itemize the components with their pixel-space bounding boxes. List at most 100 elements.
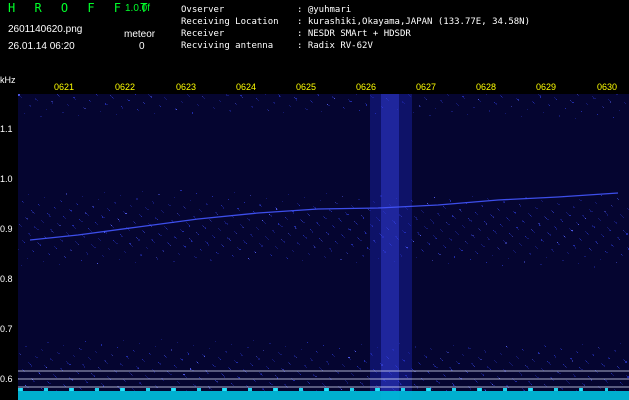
noise-pixel — [250, 195, 251, 196]
noise-pixel — [328, 234, 329, 235]
noise-pixel — [136, 237, 137, 238]
noise-pixel — [230, 111, 231, 112]
noise-pixel — [211, 260, 212, 261]
noise-pixel — [237, 376, 238, 377]
noise-pixel — [456, 232, 457, 233]
noise-pixel — [306, 367, 307, 368]
noise-pixel — [83, 365, 84, 366]
noise-pixel — [506, 346, 507, 347]
noise-pixel — [55, 208, 56, 209]
noise-pixel — [601, 363, 602, 364]
noise-pixel — [454, 217, 455, 218]
noise-pixel — [567, 381, 568, 382]
baseline-spike — [430, 388, 431, 391]
noise-pixel — [150, 96, 152, 97]
noise-pixel — [95, 351, 96, 352]
noise-pixel — [500, 95, 501, 96]
noise-pixel — [312, 102, 313, 103]
noise-pixel — [517, 357, 518, 358]
noise-pixel — [147, 377, 148, 378]
noise-pixel — [230, 240, 231, 241]
noise-pixel — [125, 213, 127, 214]
baseline-spike — [350, 388, 351, 391]
noise-pixel — [179, 215, 180, 216]
noise-pixel — [472, 196, 473, 197]
noise-pixel — [234, 231, 235, 232]
noise-pixel — [63, 384, 64, 385]
noise-pixel — [350, 359, 351, 360]
noise-pixel — [292, 250, 293, 251]
noise-pixel — [133, 350, 134, 351]
noise-pixel — [460, 249, 461, 250]
noise-pixel — [155, 385, 156, 386]
noise-pixel — [495, 361, 496, 362]
noise-pixel — [329, 248, 331, 249]
baseline-spike — [171, 388, 172, 391]
noise-pixel — [214, 237, 215, 238]
noise-pixel — [81, 221, 83, 222]
noise-pixel — [296, 228, 297, 229]
noise-pixel — [490, 214, 491, 215]
noise-pixel — [519, 243, 520, 244]
noise-pixel — [105, 103, 106, 105]
noise-pixel — [37, 229, 39, 230]
noise-pixel — [553, 212, 554, 213]
baseline-spike — [299, 388, 300, 391]
noise-pixel — [625, 103, 626, 104]
noise-pixel — [145, 375, 146, 376]
noise-pixel — [43, 261, 44, 262]
noise-pixel — [489, 239, 490, 240]
noise-pixel — [143, 231, 144, 232]
baseline-spikes — [18, 388, 608, 391]
noise-pixel — [198, 234, 199, 235]
noise-pixel — [358, 199, 360, 200]
time-label-0626: 0626 — [355, 82, 377, 92]
noise-pixel — [606, 252, 608, 253]
noise-pixel — [582, 215, 584, 216]
noise-pixel — [222, 245, 223, 246]
noise-pixel — [624, 102, 625, 103]
noise-pixel — [96, 352, 97, 353]
noise-pixel — [550, 235, 551, 236]
noise-pixel — [538, 223, 540, 224]
noise-pixel — [479, 100, 480, 101]
noise-pixel — [589, 377, 590, 378]
noise-pixel — [468, 347, 469, 349]
noise-pixel — [449, 199, 450, 200]
noise-pixel — [86, 252, 87, 253]
noise-pixel — [606, 213, 607, 214]
noise-pixel — [414, 384, 415, 385]
noise-pixel — [462, 354, 463, 355]
noise-pixel — [186, 377, 187, 378]
noise-pixel — [60, 368, 62, 369]
noise-pixel — [199, 209, 200, 210]
noise-pixel — [93, 207, 94, 208]
noise-pixel — [253, 340, 254, 341]
noise-pixel — [598, 347, 599, 348]
noise-pixel — [274, 103, 275, 104]
noise-pixel — [153, 202, 154, 204]
noise-pixel — [246, 243, 247, 244]
noise-pixel — [518, 358, 519, 359]
noise-pixel — [523, 350, 524, 351]
baseline-spike — [301, 388, 302, 391]
noise-pixel — [252, 107, 253, 108]
noise-pixel — [348, 228, 349, 230]
noise-pixel — [458, 363, 460, 364]
noise-pixel — [481, 205, 483, 206]
noise-pixel — [144, 232, 145, 233]
noise-pixel — [555, 356, 556, 358]
noise-pixel — [503, 369, 504, 370]
noise-pixel — [227, 224, 228, 225]
noise-pixel — [106, 362, 107, 363]
app-version: 1.0.0f — [125, 3, 151, 14]
noise-pixel — [584, 256, 586, 257]
noise-pixel — [424, 226, 425, 227]
noise-pixel — [83, 107, 84, 108]
noise-pixel — [238, 248, 239, 249]
noise-pixel — [272, 359, 273, 360]
noise-pixel — [428, 243, 430, 244]
noise-pixel — [38, 204, 39, 205]
noise-pixel — [72, 380, 73, 381]
noise-pixel — [577, 94, 578, 95]
